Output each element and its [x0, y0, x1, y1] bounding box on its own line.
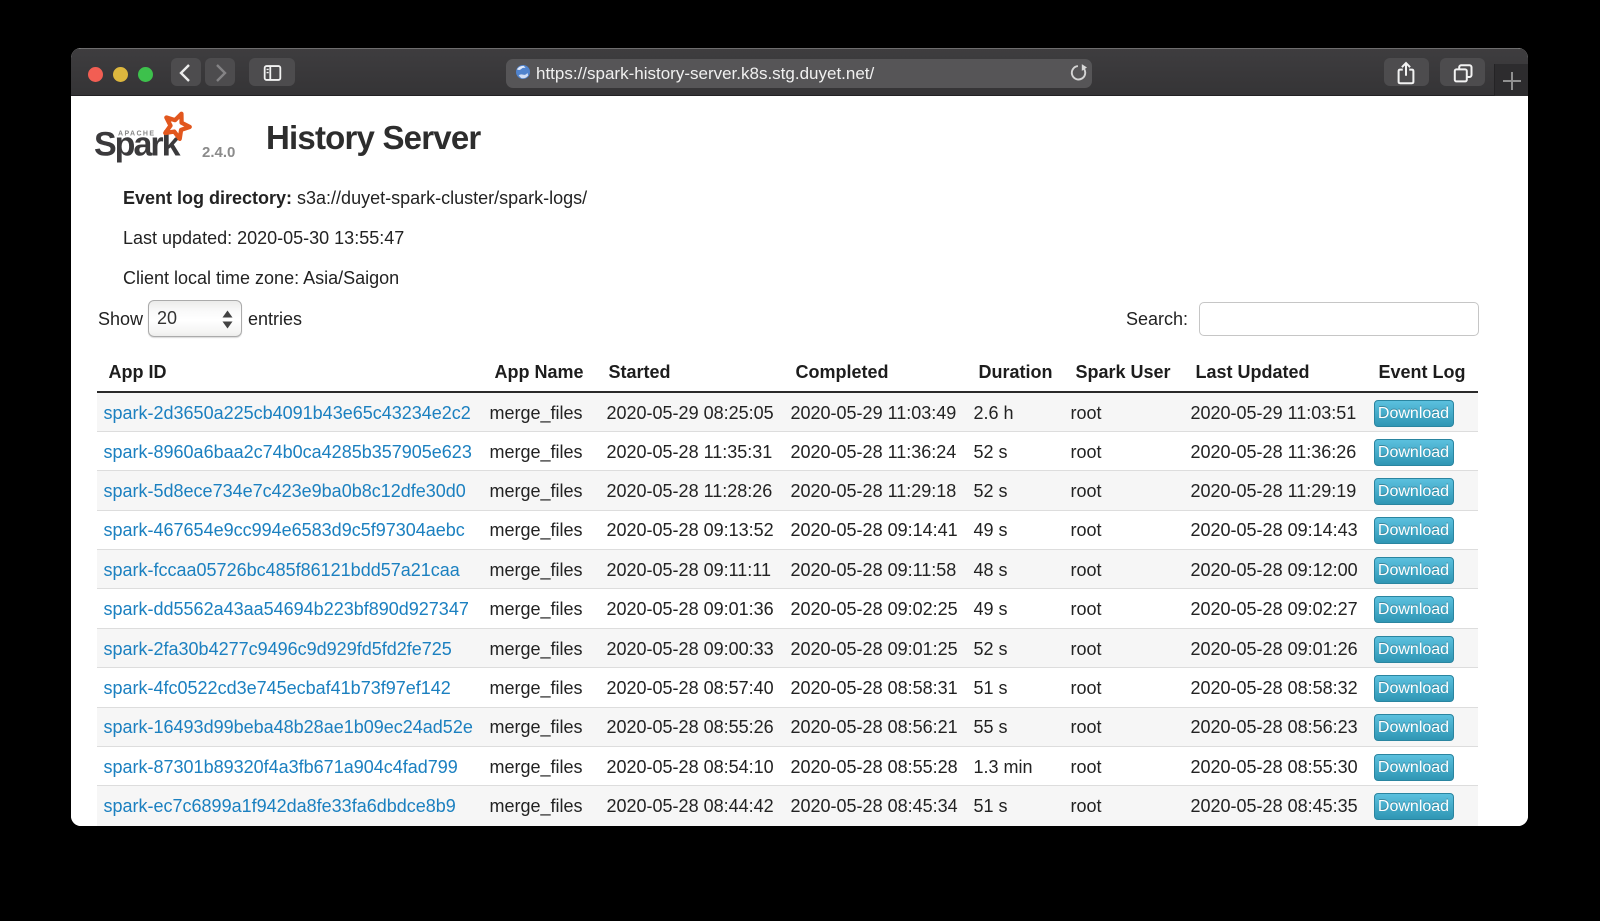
svg-text:APACHE: APACHE — [118, 131, 155, 138]
